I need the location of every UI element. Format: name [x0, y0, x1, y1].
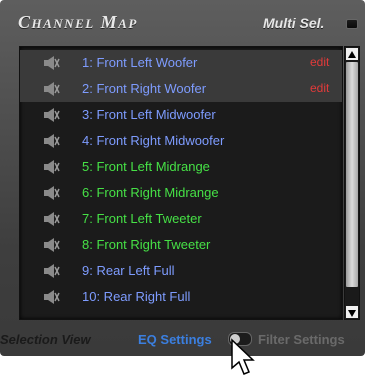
- speaker-icon[interactable]: [42, 55, 60, 71]
- channel-row[interactable]: 5: Front Left Midrange: [20, 154, 342, 180]
- speaker-icon[interactable]: [42, 159, 60, 175]
- eq-settings-option[interactable]: EQ Settings: [138, 332, 212, 347]
- scroll-up-button[interactable]: [346, 48, 358, 60]
- channel-label: 2: Front Right Woofer: [82, 81, 207, 96]
- channel-row[interactable]: 10: Rear Right Full: [20, 284, 342, 310]
- channel-map-panel: Channel Map Multi Sel. 1: Front Left Woo…: [0, 0, 365, 356]
- channel-label: 6: Front Right Midrange: [82, 185, 219, 200]
- edit-link[interactable]: edit: [310, 81, 329, 95]
- channel-row[interactable]: 8: Front Right Tweeter: [20, 232, 342, 258]
- selection-view-label: Selection View: [0, 332, 91, 347]
- speaker-icon[interactable]: [42, 107, 60, 123]
- channel-row[interactable]: 7: Front Left Tweeter: [20, 206, 342, 232]
- panel-header: Channel Map Multi Sel.: [0, 0, 365, 42]
- channel-label: 10: Rear Right Full: [82, 289, 191, 304]
- channel-row[interactable]: 9: Rear Left Full: [20, 258, 342, 284]
- scroll-down-button[interactable]: [346, 306, 358, 318]
- channel-label: 3: Front Left Midwoofer: [82, 107, 216, 122]
- channel-label: 9: Rear Left Full: [82, 263, 175, 278]
- speaker-icon[interactable]: [42, 211, 60, 227]
- panel-title: Channel Map: [18, 12, 138, 32]
- scrollbar[interactable]: [344, 46, 360, 320]
- speaker-icon[interactable]: [42, 237, 60, 253]
- filter-settings-option[interactable]: Filter Settings: [258, 332, 345, 347]
- channel-row[interactable]: 2: Front Right Woofer edit: [20, 76, 342, 102]
- channel-row[interactable]: 4: Front Right Midwoofer: [20, 128, 342, 154]
- arrow-up-icon: [348, 51, 356, 58]
- speaker-icon[interactable]: [42, 263, 60, 279]
- speaker-icon[interactable]: [42, 81, 60, 97]
- channel-label: 4: Front Right Midwoofer: [82, 133, 225, 148]
- channel-label: 8: Front Right Tweeter: [82, 237, 211, 252]
- arrow-down-icon: [348, 310, 356, 317]
- channel-row[interactable]: 1: Front Left Woofer edit: [20, 50, 342, 76]
- scroll-thumb[interactable]: [346, 62, 358, 287]
- channel-row[interactable]: 3: Front Left Midwoofer: [20, 102, 342, 128]
- channel-label: 1: Front Left Woofer: [82, 55, 198, 70]
- channel-list[interactable]: 1: Front Left Woofer edit 2: Front Right W…: [19, 46, 343, 320]
- multi-select-toggle[interactable]: [346, 19, 358, 29]
- channel-row[interactable]: 6: Front Right Midrange: [20, 180, 342, 206]
- speaker-icon[interactable]: [42, 133, 60, 149]
- multi-select-label: Multi Sel.: [263, 15, 325, 31]
- speaker-icon[interactable]: [42, 185, 60, 201]
- speaker-icon[interactable]: [42, 289, 60, 305]
- edit-link[interactable]: edit: [310, 55, 329, 69]
- mouse-cursor-icon: [231, 338, 255, 375]
- channel-label: 7: Front Left Tweeter: [82, 211, 202, 226]
- channel-label: 5: Front Left Midrange: [82, 159, 210, 174]
